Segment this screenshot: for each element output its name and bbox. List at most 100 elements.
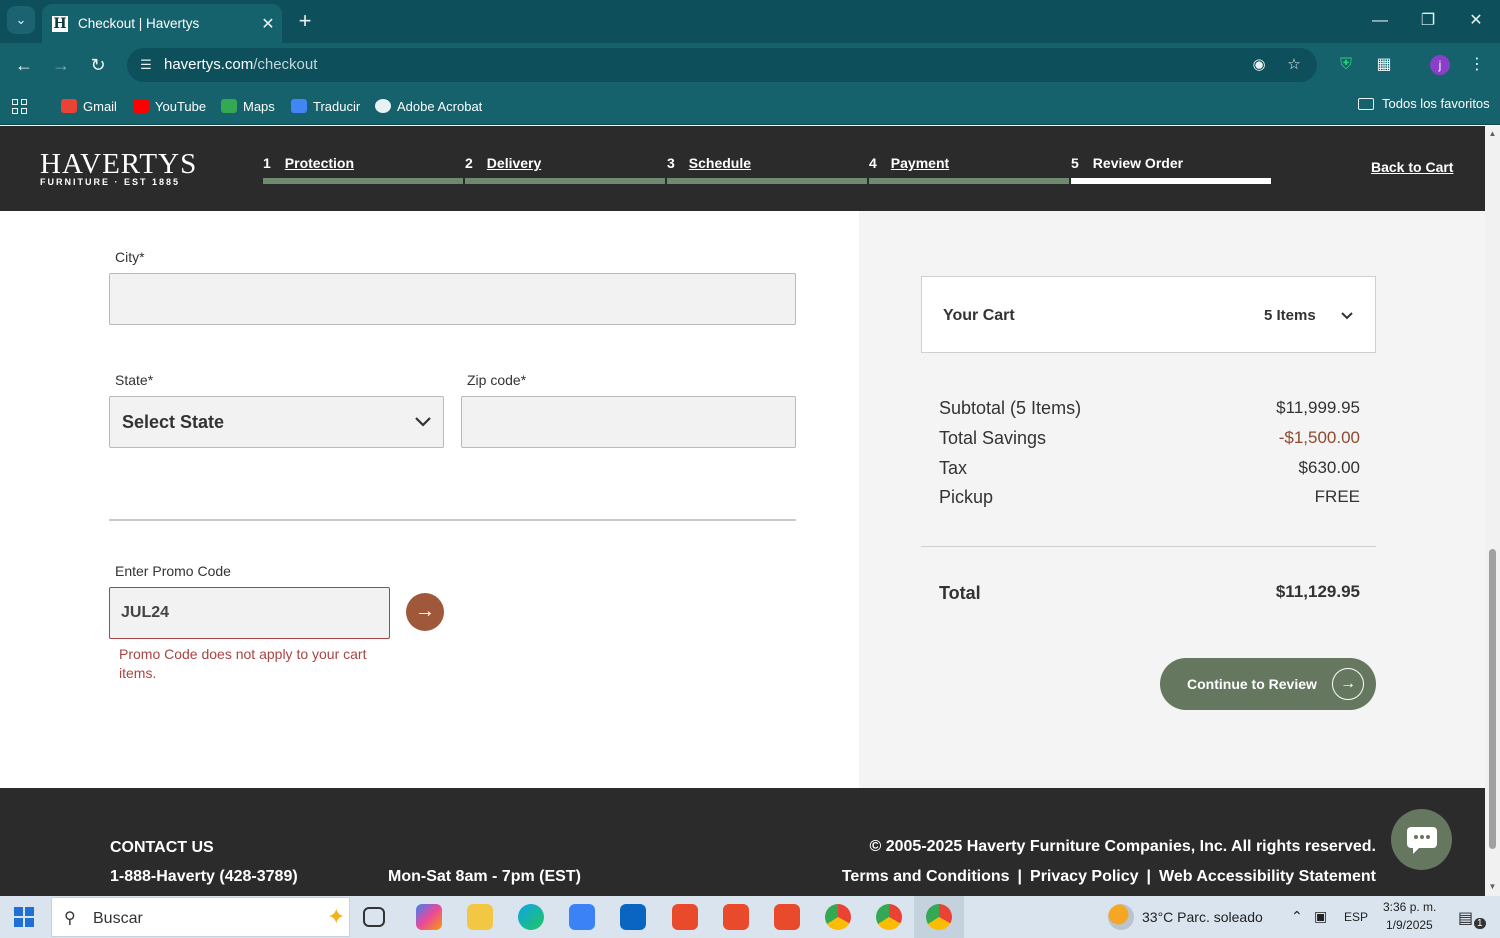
tracking-blocked-eye-icon[interactable]: ◉ — [1249, 55, 1269, 75]
edge-icon[interactable] — [518, 904, 544, 930]
contact-phone-link[interactable]: 1-888-Haverty (428-3789) — [110, 868, 298, 886]
step-number: 3 — [667, 155, 675, 171]
step-link[interactable]: Delivery — [487, 155, 541, 171]
chat-button[interactable] — [1391, 809, 1452, 870]
search-icon: ⚲ — [64, 910, 76, 927]
step-schedule[interactable]: 3 Schedule — [667, 155, 869, 184]
taskbar-search-box[interactable]: ⚲ Buscar ✦ — [51, 897, 350, 937]
notifications-icon[interactable]: ▤ — [1458, 908, 1473, 928]
url-text[interactable]: havertys.com/checkout — [164, 56, 317, 73]
clock-time[interactable]: 3:36 p. m. — [1383, 900, 1436, 914]
city-input[interactable] — [109, 273, 796, 325]
chrome-icon — [926, 904, 952, 930]
bookmark-maps[interactable]: Maps — [221, 96, 275, 116]
step-payment[interactable]: 4 Payment — [869, 155, 1071, 184]
chrome-icon[interactable] — [825, 904, 851, 930]
summary-value: -$1,500.00 — [1278, 428, 1360, 447]
promo-error-message: Promo Code does not apply to your cart i… — [119, 646, 367, 681]
terms-link[interactable]: Terms and Conditions — [842, 868, 1010, 885]
arrow-right-icon: → — [1332, 668, 1364, 700]
new-tab-plus-icon[interactable]: + — [292, 8, 318, 34]
site-footer: CONTACT US 1-888-Haverty (428-3789) Mon-… — [0, 788, 1485, 896]
continue-to-review-button[interactable]: Continue to Review → — [1160, 658, 1376, 710]
copilot-icon[interactable] — [416, 904, 442, 930]
site-settings-icon[interactable]: ☰ — [137, 56, 155, 74]
bookmark-adobe-acrobat[interactable]: Adobe Acrobat — [375, 96, 482, 116]
tab-search-chevron-icon[interactable]: ⌄ — [7, 6, 35, 34]
summary-row-pickup: Pickup FREE — [939, 487, 1360, 511]
step-link[interactable]: Payment — [891, 155, 949, 171]
chevron-down-icon — [415, 417, 431, 427]
bookmark-youtube[interactable]: YouTube — [133, 96, 206, 116]
zip-label: Zip code* — [467, 372, 527, 388]
accessibility-statement-link[interactable]: Web Accessibility Statement — [1159, 868, 1376, 885]
scroll-down-arrow-icon[interactable]: ▼ — [1488, 882, 1497, 891]
windows-taskbar: ⚲ Buscar ✦ 33°C Parc. soleado ⌃ ▣ ESP 3:… — [0, 896, 1500, 938]
bookmark-traducir[interactable]: Traducir — [291, 96, 360, 116]
link-separator: | — [1146, 868, 1152, 885]
page-scrollbar[interactable]: ▲ ▼ — [1485, 126, 1500, 896]
window-restore-icon[interactable]: ❐ — [1410, 8, 1446, 34]
clock-date[interactable]: 1/9/2025 — [1386, 918, 1433, 932]
window-minimize-icon[interactable]: — — [1362, 8, 1398, 34]
privacy-policy-link[interactable]: Privacy Policy — [1030, 868, 1139, 885]
state-select[interactable]: Select State — [109, 396, 444, 448]
reload-icon[interactable]: ↻ — [84, 51, 112, 79]
brave-icon[interactable] — [723, 904, 749, 930]
step-progress-bar — [667, 178, 867, 184]
windows-start-icon[interactable] — [14, 907, 34, 927]
summary-divider — [921, 546, 1376, 547]
promo-code-input[interactable]: JUL24 — [109, 587, 390, 639]
outlook-icon[interactable] — [620, 904, 646, 930]
address-bar[interactable]: ☰ havertys.com/checkout ◉ ☆ — [127, 48, 1317, 82]
brave-icon[interactable] — [774, 904, 800, 930]
step-progress-bar-active — [1071, 178, 1271, 184]
forward-arrow-icon[interactable]: → — [47, 51, 75, 79]
cart-item-count: 5 Items — [1264, 307, 1316, 324]
back-to-cart-link[interactable]: Back to Cart — [1371, 159, 1453, 175]
apps-grid-icon[interactable] — [12, 96, 27, 116]
step-delivery[interactable]: 2 Delivery — [465, 155, 667, 184]
file-explorer-icon[interactable] — [467, 904, 493, 930]
weather-text[interactable]: 33°C Parc. soleado — [1142, 909, 1263, 925]
task-view-icon[interactable] — [363, 907, 385, 927]
step-progress-bar — [869, 178, 1069, 184]
step-progress-bar — [263, 178, 463, 184]
profile-avatar[interactable]: j — [1430, 55, 1450, 75]
step-link[interactable]: Schedule — [689, 155, 751, 171]
browser-tab-active[interactable]: H Checkout | Havertys ✕ — [42, 4, 282, 43]
your-cart-dropdown[interactable]: Your Cart 5 Items — [921, 276, 1376, 353]
scroll-up-arrow-icon[interactable]: ▲ — [1488, 129, 1497, 138]
browser-menu-kebab-icon[interactable]: ⋮ — [1466, 54, 1488, 76]
apply-promo-arrow-button[interactable]: → — [406, 593, 444, 631]
step-number: 1 — [263, 155, 271, 171]
language-indicator[interactable]: ESP — [1344, 910, 1368, 924]
weather-sun-cloud-icon[interactable] — [1108, 904, 1134, 930]
chrome-icon[interactable] — [876, 904, 902, 930]
contact-us-heading: CONTACT US — [110, 839, 214, 856]
step-number: 5 — [1071, 155, 1079, 171]
summary-row-savings: Total Savings -$1,500.00 — [939, 428, 1360, 452]
havertys-favicon-icon: H — [52, 15, 68, 32]
network-icon[interactable]: ▣ — [1314, 908, 1327, 925]
back-arrow-icon[interactable]: ← — [10, 51, 38, 79]
microsoft-store-icon[interactable] — [569, 904, 595, 930]
taskbar-active-app[interactable] — [914, 896, 964, 938]
step-link[interactable]: Protection — [285, 155, 354, 171]
tab-title: Checkout | Havertys — [78, 16, 200, 31]
bookmark-star-icon[interactable]: ☆ — [1284, 55, 1304, 75]
all-bookmarks-folder[interactable]: Todos los favoritos — [1358, 96, 1490, 111]
step-protection[interactable]: 1 Protection — [263, 155, 465, 184]
bookmark-gmail[interactable]: Gmail — [61, 96, 117, 116]
globe-icon — [375, 99, 391, 113]
shield-extension-icon[interactable]: ⛨ — [1335, 54, 1357, 76]
step-progress-bar — [465, 178, 665, 184]
scrollbar-thumb[interactable] — [1489, 549, 1496, 849]
zip-input[interactable] — [461, 396, 796, 448]
window-close-icon[interactable]: ✕ — [1458, 8, 1494, 34]
brave-icon[interactable] — [672, 904, 698, 930]
step-number: 2 — [465, 155, 473, 171]
tab-close-icon[interactable]: ✕ — [254, 14, 282, 34]
tray-chevron-up-icon[interactable]: ⌃ — [1291, 908, 1303, 925]
extensions-puzzle-icon[interactable]: ▦ — [1373, 54, 1395, 76]
